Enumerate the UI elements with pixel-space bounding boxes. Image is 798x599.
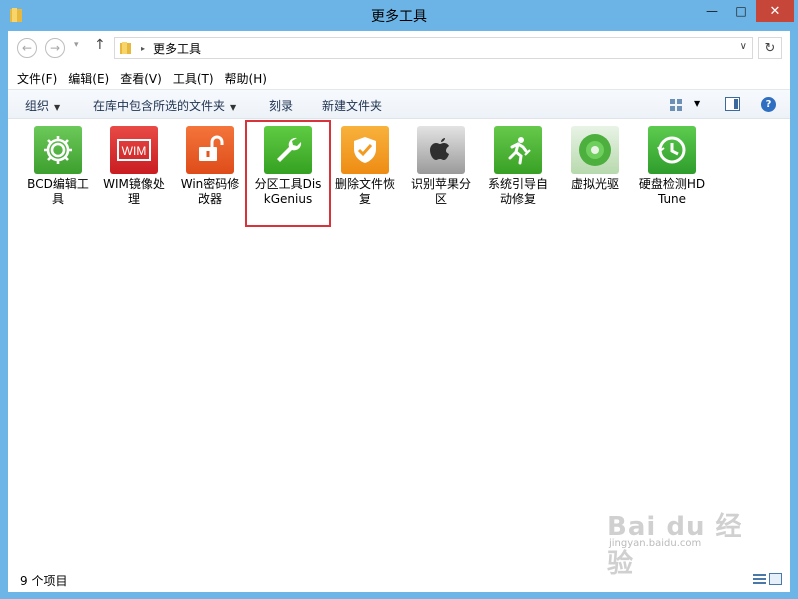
- organize-button[interactable]: 组织 ▼: [25, 97, 60, 114]
- tile: [417, 126, 465, 174]
- gear-icon: [44, 136, 72, 164]
- item-apple-partition[interactable]: 识别苹果分区: [404, 126, 478, 207]
- large-icons-view-icon[interactable]: [769, 573, 782, 585]
- new-folder-button[interactable]: 新建文件夹: [322, 97, 382, 114]
- item-count: 9 个项目: [20, 574, 68, 588]
- menu-file[interactable]: 文件(F): [17, 70, 57, 87]
- tile: WIM: [110, 126, 158, 174]
- address-input[interactable]: ▸ 更多工具 ∨: [114, 37, 753, 59]
- close-button[interactable]: ✕: [756, 0, 794, 22]
- include-in-library-button[interactable]: 在库中包含所选的文件夹 ▼: [93, 97, 236, 114]
- item-label: 删除文件恢复: [334, 177, 395, 206]
- address-dropdown[interactable]: ∨: [740, 41, 747, 52]
- breadcrumb-separator[interactable]: ▸: [141, 44, 145, 53]
- item-label: 分区工具DiskGenius: [254, 177, 322, 206]
- address-bar: ← → ▾ ↑ ▸ 更多工具 ∨ ↻: [8, 31, 790, 65]
- tile: [186, 126, 234, 174]
- item-file-recovery[interactable]: 删除文件恢复: [328, 126, 402, 207]
- shield-check-icon: [354, 137, 376, 163]
- item-label: 识别苹果分区: [410, 177, 471, 206]
- item-virtual-drive[interactable]: 虚拟光驱: [558, 126, 632, 192]
- item-label: Win密码修改器: [180, 177, 240, 206]
- folder-icon: [120, 42, 131, 54]
- chevron-down-icon: ▼: [230, 103, 237, 112]
- item-bcd-editor[interactable]: BCD编辑工具: [21, 126, 95, 207]
- help-icon[interactable]: ?: [761, 97, 776, 112]
- refresh-button[interactable]: ↻: [758, 37, 782, 59]
- up-button[interactable]: ↑: [94, 37, 106, 53]
- forward-button[interactable]: →: [45, 38, 65, 58]
- wim-icon: WIM: [117, 139, 151, 161]
- preview-pane-icon[interactable]: [725, 97, 740, 111]
- menu-help[interactable]: 帮助(H): [225, 70, 267, 87]
- menu-view[interactable]: 查看(V): [120, 70, 162, 87]
- tile: [648, 126, 696, 174]
- item-label: BCD编辑工具: [27, 177, 89, 206]
- item-boot-repair[interactable]: 系统引导自动修复: [481, 126, 555, 207]
- minimize-button[interactable]: —: [698, 0, 726, 22]
- item-label: 系统引导自动修复: [487, 177, 548, 206]
- running-man-icon: [508, 137, 531, 165]
- unlock-icon: [199, 135, 224, 161]
- window-title: 更多工具: [371, 9, 427, 25]
- item-label: 虚拟光驱: [570, 177, 619, 191]
- disc-icon: [579, 134, 611, 166]
- menu-edit[interactable]: 编辑(E): [68, 70, 109, 87]
- item-wim-image[interactable]: WIM WIM镜像处理: [97, 126, 171, 207]
- item-win-password[interactable]: Win密码修改器: [173, 126, 247, 207]
- view-options-icon[interactable]: [669, 98, 683, 112]
- item-label: WIM镜像处理: [103, 177, 165, 206]
- breadcrumb-current[interactable]: 更多工具: [153, 40, 201, 57]
- include-in-library-label: 在库中包含所选的文件夹: [93, 99, 226, 113]
- wrench-icon: [277, 137, 302, 162]
- tile: [264, 126, 312, 174]
- organize-label: 组织: [25, 99, 50, 113]
- menu-tools[interactable]: 工具(T): [173, 70, 214, 87]
- watermark-url: jingyan.baidu.com: [609, 538, 702, 549]
- chevron-down-icon: ▼: [54, 103, 61, 112]
- item-hdtune[interactable]: 硬盘检测HDTune: [635, 126, 709, 207]
- maximize-button[interactable]: □: [727, 0, 755, 22]
- tile: [341, 126, 389, 174]
- back-button[interactable]: ←: [17, 38, 37, 58]
- baidu-watermark: Bai du 经验 jingyan.baidu.com: [605, 482, 755, 579]
- burn-button[interactable]: 刻录: [269, 97, 293, 114]
- command-bar: 组织 ▼ 在库中包含所选的文件夹 ▼ 刻录 新建文件夹 ▼ ?: [8, 89, 790, 119]
- item-label: 硬盘检测HDTune: [638, 177, 706, 206]
- menu-bar: 文件(F) 编辑(E) 查看(V) 工具(T) 帮助(H): [8, 67, 790, 89]
- title-bar[interactable]: 更多工具 — □ ✕: [0, 0, 798, 30]
- item-diskgenius[interactable]: 分区工具DiskGenius: [251, 126, 325, 207]
- tile: [571, 126, 619, 174]
- view-dropdown[interactable]: ▼: [694, 99, 700, 108]
- tile: [494, 126, 542, 174]
- wim-icon-text: WIM: [122, 144, 147, 158]
- clock-icon: [657, 136, 686, 164]
- apple-icon: [430, 138, 449, 160]
- recent-locations-dropdown[interactable]: ▾: [74, 40, 79, 50]
- tile: [34, 126, 82, 174]
- explorer-window: 更多工具 — □ ✕ ← → ▾ ↑ ▸ 更多工具 ∨ ↻ 文件(F) 编辑(E…: [0, 0, 798, 599]
